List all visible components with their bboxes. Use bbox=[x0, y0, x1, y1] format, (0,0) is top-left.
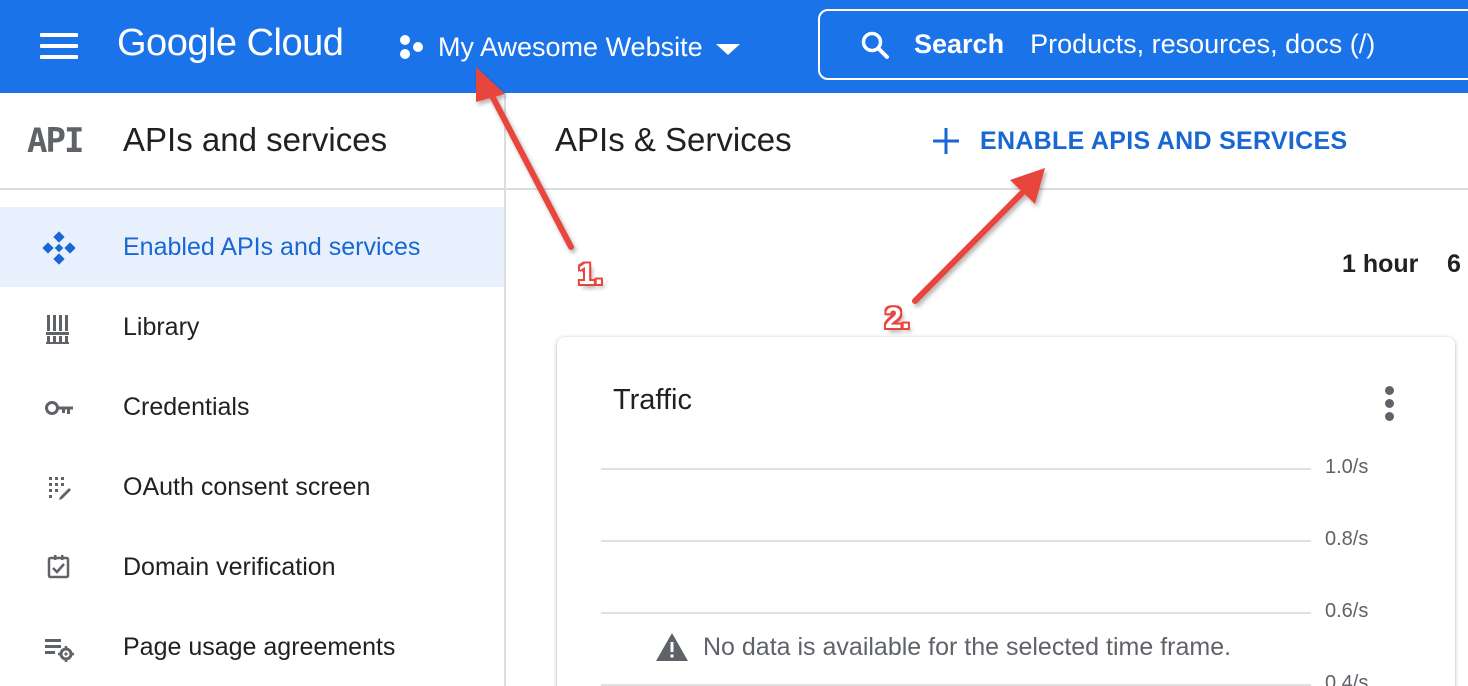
top-bar: Google Cloud My Awesome Website Search bbox=[0, 0, 1468, 93]
chevron-down-icon bbox=[715, 43, 740, 55]
sidebar-title: APIs and services bbox=[123, 121, 388, 158]
enable-apis-label: ENABLE APIS AND SERVICES bbox=[980, 126, 1348, 155]
sidebar-item-enabled-apis[interactable]: Enabled APIs and services bbox=[0, 207, 504, 287]
project-name: My Awesome Website bbox=[438, 31, 703, 62]
sidebar: API APIs and services Enabled APIs and s… bbox=[0, 93, 506, 686]
time-range-6[interactable]: 6 bbox=[1447, 250, 1461, 279]
oauth-icon bbox=[49, 477, 71, 500]
y-axis-tick: 0.6/s bbox=[1325, 600, 1369, 622]
library-icon bbox=[46, 315, 69, 344]
no-data-notice: No data is available for the selected ti… bbox=[655, 632, 1231, 662]
chart-gridline bbox=[601, 612, 1311, 614]
header-divider bbox=[506, 188, 1468, 190]
checkbox-icon bbox=[47, 555, 70, 579]
google-cloud-logo[interactable]: Google Cloud bbox=[117, 22, 344, 65]
sidebar-item-credentials[interactable]: Credentials bbox=[0, 367, 504, 447]
card-title: Traffic bbox=[613, 384, 692, 416]
api-icon: API bbox=[27, 121, 84, 161]
main-menu-icon[interactable] bbox=[40, 33, 78, 59]
y-axis-tick: 0.4/s bbox=[1325, 672, 1369, 686]
enable-apis-button[interactable]: ENABLE APIS AND SERVICES bbox=[930, 120, 1347, 162]
chart-gridline bbox=[601, 540, 1311, 542]
sidebar-header: API APIs and services bbox=[0, 93, 504, 190]
project-picker[interactable]: My Awesome Website bbox=[396, 26, 740, 68]
page-title: APIs & Services bbox=[555, 121, 792, 158]
annotation-step-1: 1. bbox=[578, 258, 604, 291]
key-icon bbox=[45, 401, 73, 415]
search-bar[interactable]: Search bbox=[818, 9, 1468, 80]
search-icon bbox=[861, 31, 889, 59]
sidebar-item-library[interactable]: Library bbox=[0, 287, 504, 367]
annotation-step-2: 2. bbox=[885, 302, 911, 335]
no-data-message: No data is available for the selected ti… bbox=[703, 632, 1232, 661]
sidebar-item-page-usage[interactable]: Page usage agreements bbox=[0, 607, 504, 686]
y-axis-tick: 1.0/s bbox=[1325, 456, 1369, 478]
sidebar-item-label: Domain verification bbox=[123, 552, 336, 581]
sidebar-item-domain-verification[interactable]: Domain verification bbox=[0, 527, 504, 607]
time-range-1-hour[interactable]: 1 hour bbox=[1342, 250, 1418, 279]
warning-icon bbox=[656, 633, 688, 661]
chart-gridline bbox=[601, 468, 1311, 470]
project-icon bbox=[400, 35, 423, 59]
sidebar-item-label: Page usage agreements bbox=[123, 632, 396, 661]
sidebar-item-label: Credentials bbox=[123, 392, 250, 421]
search-input[interactable] bbox=[1030, 29, 1468, 60]
traffic-card: Traffic 1.0/s 0.8/s 0.6/s 0.4/s No data … bbox=[557, 337, 1455, 686]
sidebar-item-label: Enabled APIs and services bbox=[123, 232, 421, 261]
sidebar-item-label: Library bbox=[123, 312, 200, 341]
sidebar-item-label: OAuth consent screen bbox=[123, 472, 371, 501]
y-axis-tick: 0.8/s bbox=[1325, 528, 1369, 550]
search-label: Search bbox=[914, 29, 1005, 59]
plus-icon bbox=[933, 128, 959, 154]
enabled-apis-icon bbox=[42, 231, 76, 265]
more-options-icon[interactable] bbox=[1375, 384, 1405, 422]
sidebar-item-oauth-consent[interactable]: OAuth consent screen bbox=[0, 447, 504, 527]
settings-list-icon bbox=[45, 639, 74, 662]
